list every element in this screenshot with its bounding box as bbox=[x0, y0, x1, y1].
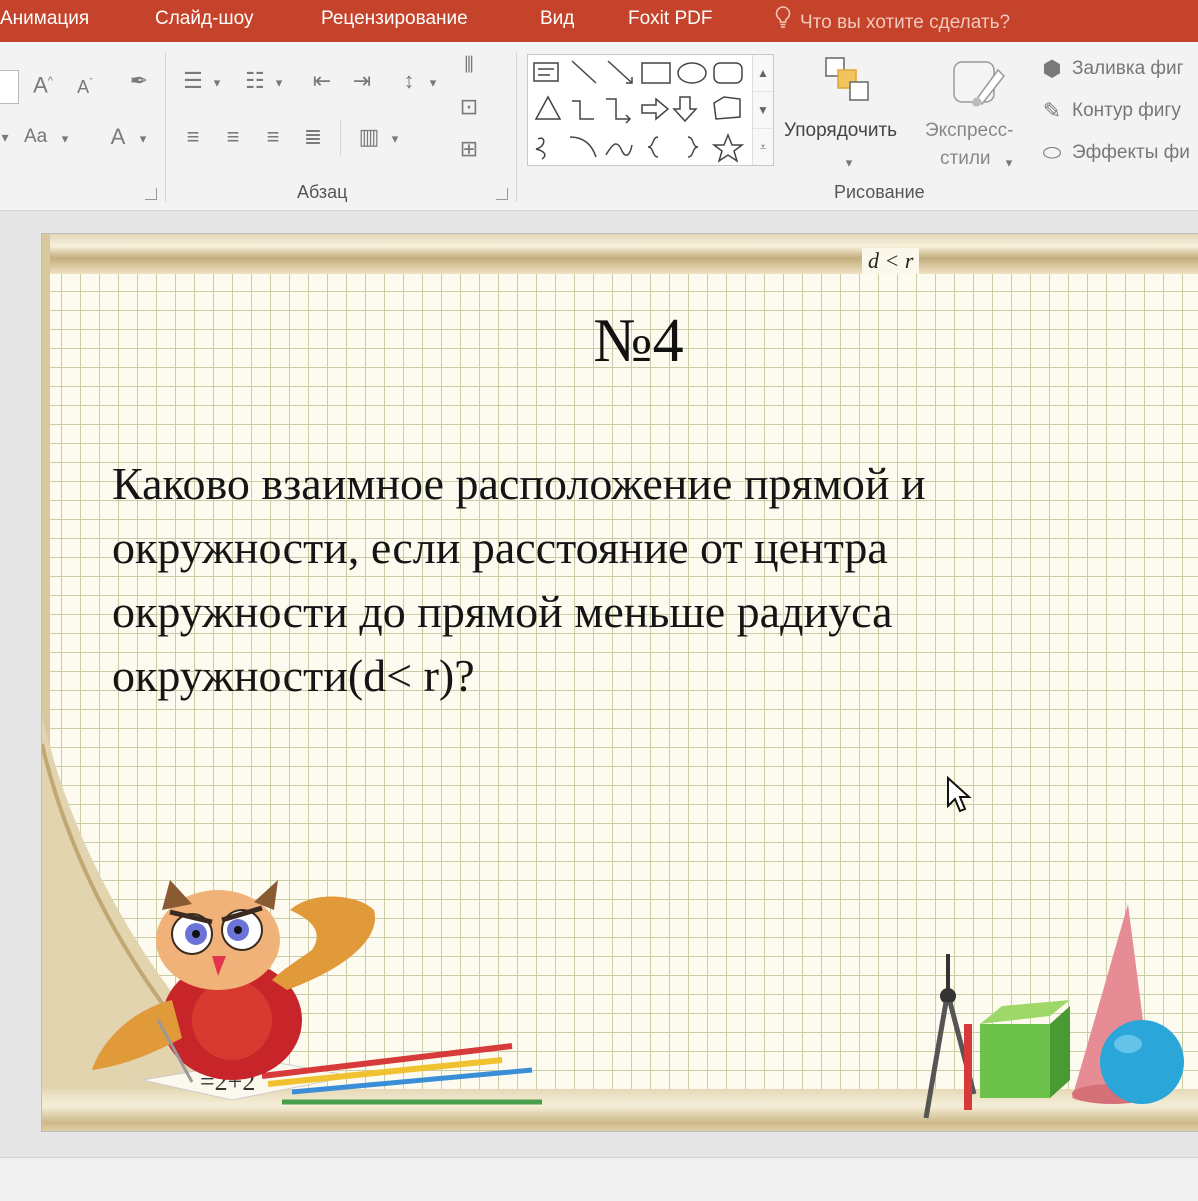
owl-illustration: =2+2 bbox=[92, 880, 542, 1105]
clear-formatting-icon[interactable]: ✒ bbox=[122, 68, 156, 94]
arrange-arrow-icon: ▾ bbox=[845, 155, 853, 170]
align-right-icon[interactable]: ≡ bbox=[258, 124, 288, 150]
ribbon: A^ Aˇ ✒ ▾ Aa ▾ A ▾ ☰ ▾ ☷ ▾ ⇤ ⇥ ↕ ▾ ≡ ≡ ≡… bbox=[0, 42, 1198, 211]
quick-styles-label-2: стили bbox=[940, 148, 991, 169]
paragraph-dialog-launcher[interactable] bbox=[496, 188, 508, 200]
arrange-button[interactable]: Упорядочить ▾ bbox=[784, 54, 916, 182]
numbering-arrow-icon[interactable]: ▾ bbox=[272, 70, 286, 96]
line-spacing-icon[interactable]: ↕ bbox=[392, 68, 426, 94]
geometry-illustration bbox=[923, 904, 1184, 1119]
increase-indent-icon[interactable]: ⇥ bbox=[346, 68, 378, 94]
columns-arrow-icon[interactable]: ▾ bbox=[388, 126, 402, 152]
align-left-icon[interactable]: ≡ bbox=[178, 124, 208, 150]
numbering-icon[interactable]: ☷ bbox=[240, 68, 270, 94]
font-color-icon[interactable]: A bbox=[104, 124, 132, 150]
shape-outline-label: Контур фигу bbox=[1072, 100, 1181, 121]
gallery-scroll-down-icon[interactable]: ▼ bbox=[753, 92, 773, 129]
gallery-scrollbar[interactable]: ▲ ▼ ⩡ bbox=[752, 55, 773, 165]
lightbulb-icon bbox=[772, 6, 794, 34]
gallery-scroll-up-icon[interactable]: ▲ bbox=[753, 55, 773, 92]
shape-effects-button[interactable]: ⬭ Эффекты фи bbox=[1038, 140, 1198, 170]
change-case-button[interactable]: Aa bbox=[24, 126, 47, 148]
paragraph-group-label: Абзац bbox=[297, 182, 348, 202]
tab-review[interactable]: Рецензирование bbox=[321, 8, 468, 30]
grow-font-icon[interactable]: A^ bbox=[28, 68, 58, 98]
tab-view[interactable]: Вид bbox=[540, 8, 574, 30]
font-color-arrow-icon[interactable]: ▾ bbox=[136, 126, 150, 152]
change-case-arrow-icon[interactable]: ▾ bbox=[58, 126, 72, 152]
ribbon-separator bbox=[340, 120, 341, 156]
convert-smartart-icon[interactable]: ⊞ bbox=[452, 136, 486, 162]
shape-outline-button[interactable]: ✎ Контур фигу bbox=[1038, 98, 1198, 128]
drawing-group-label: Рисование bbox=[834, 182, 925, 202]
quick-styles-button[interactable]: Экспресс- стили ▾ bbox=[922, 54, 1032, 182]
tab-foxit-pdf[interactable]: Foxit PDF bbox=[628, 8, 712, 30]
align-center-icon[interactable]: ≡ bbox=[218, 124, 248, 150]
ribbon-tab-bar: Анимация Слайд-шоу Рецензирование Вид Fo… bbox=[0, 0, 1198, 42]
mouse-cursor-icon bbox=[947, 776, 972, 813]
tab-slide-show[interactable]: Слайд-шоу bbox=[155, 8, 254, 30]
quick-styles-arrow-icon: ▾ bbox=[1005, 155, 1013, 170]
bullets-icon[interactable]: ☰ bbox=[178, 68, 208, 94]
shape-effects-label: Эффекты фи bbox=[1072, 142, 1190, 163]
slide-title[interactable]: №4 bbox=[42, 306, 1198, 377]
align-text-icon[interactable]: ⊡ bbox=[452, 94, 486, 120]
tell-me-text: Что вы хотите сделать? bbox=[800, 12, 1011, 33]
effects-icon: ⬭ bbox=[1042, 140, 1062, 165]
slide[interactable]: d < r №4 Каково взаимное расположение пр… bbox=[41, 233, 1198, 1132]
font-size-box[interactable] bbox=[0, 70, 19, 104]
columns-icon[interactable]: ▥ bbox=[352, 124, 386, 150]
shapes-gallery-icons bbox=[533, 60, 745, 163]
arrange-label: Упорядочить bbox=[784, 120, 898, 141]
shrink-font-icon[interactable]: Aˇ bbox=[70, 70, 100, 100]
quick-styles-icon bbox=[953, 61, 1006, 107]
pencil-icon: ✎ bbox=[1042, 98, 1062, 123]
shape-fill-label: Заливка фиг bbox=[1072, 58, 1184, 79]
dropdown-arrow-icon[interactable]: ▾ bbox=[0, 124, 10, 150]
slide-frame-top bbox=[42, 234, 1198, 274]
arrange-icon bbox=[825, 57, 869, 101]
paint-bucket-icon: ⬢ bbox=[1042, 56, 1062, 81]
gallery-more-icon[interactable]: ⩡ bbox=[753, 129, 773, 165]
slide-header-formula: d < r bbox=[862, 248, 920, 274]
font-dialog-launcher[interactable] bbox=[145, 188, 157, 200]
justify-icon[interactable]: ≣ bbox=[298, 124, 328, 150]
ribbon-separator bbox=[165, 52, 166, 202]
tab-animations[interactable]: Анимация bbox=[0, 8, 89, 30]
question-text[interactable]: Каково взаимное расположение прямой и ок… bbox=[112, 452, 1112, 708]
shapes-gallery[interactable]: ▲ ▼ ⩡ bbox=[527, 54, 774, 166]
bullets-arrow-icon[interactable]: ▾ bbox=[210, 70, 224, 96]
shape-fill-button[interactable]: ⬢ Заливка фиг bbox=[1038, 56, 1198, 86]
line-spacing-arrow-icon[interactable]: ▾ bbox=[426, 70, 440, 96]
quick-styles-label-1: Экспресс- bbox=[925, 120, 1014, 141]
ribbon-separator bbox=[516, 52, 517, 202]
status-bar bbox=[0, 1157, 1198, 1201]
decrease-indent-icon[interactable]: ⇤ bbox=[306, 68, 338, 94]
text-direction-icon[interactable]: ⫴ bbox=[452, 52, 486, 78]
tell-me-search[interactable]: Что вы хотите сделать? bbox=[772, 6, 1010, 34]
